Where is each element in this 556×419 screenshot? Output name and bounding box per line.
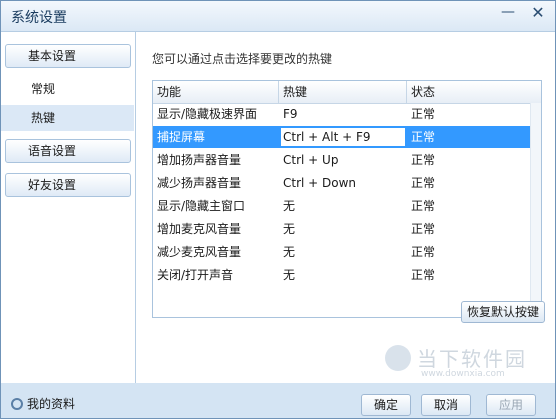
ok-button[interactable]: 确定 bbox=[361, 394, 411, 416]
function-cell: 关闭/打开声音 bbox=[157, 268, 234, 282]
column-header-hotkey[interactable]: 热键 bbox=[279, 81, 407, 103]
hint-text: 您可以通过点击选择要更改的热键 bbox=[152, 52, 333, 66]
table-row[interactable]: 显示/隐藏极速界面 F9 正常 bbox=[153, 103, 541, 125]
hotkey-cell: Ctrl + Up bbox=[283, 153, 339, 167]
sidebar-group-voice[interactable]: 语音设置 bbox=[5, 139, 131, 163]
settings-window: 系统设置 — ✕ 基本设置 常规 热键 语音设置 好友设置 您可以通过点击选择要… bbox=[0, 0, 556, 419]
sidebar-item-hotkeys[interactable]: 热键 bbox=[1, 105, 134, 131]
hotkey-cell: 无 bbox=[283, 268, 296, 282]
hotkey-cell: 无 bbox=[283, 199, 296, 213]
function-cell: 增加扬声器音量 bbox=[157, 153, 242, 167]
table-row[interactable]: 显示/隐藏主窗口 无 正常 bbox=[153, 195, 541, 217]
function-cell: 捕捉屏幕 bbox=[157, 130, 206, 144]
hotkey-cell: F9 bbox=[283, 107, 298, 121]
table-row-selected[interactable]: 捕捉屏幕 Ctrl + Alt + F9 正常 bbox=[153, 126, 541, 148]
apply-button[interactable]: 应用 bbox=[486, 394, 536, 416]
status-cell: 正常 bbox=[411, 107, 436, 121]
function-cell: 减少扬声器音量 bbox=[157, 176, 242, 190]
table-row[interactable]: 增加扬声器音量 Ctrl + Up 正常 bbox=[153, 149, 541, 171]
function-cell: 显示/隐藏主窗口 bbox=[157, 199, 246, 213]
hotkey-cell: 无 bbox=[283, 245, 296, 259]
column-header-status[interactable]: 状态 bbox=[407, 81, 541, 103]
title-bar: 系统设置 — ✕ bbox=[1, 1, 555, 32]
close-icon[interactable]: ✕ bbox=[527, 3, 549, 22]
function-cell: 减少麦克风音量 bbox=[157, 245, 242, 259]
my-profile-link[interactable]: 我的资料 bbox=[11, 395, 75, 412]
table-row[interactable]: 增加麦克风音量 无 正常 bbox=[153, 218, 541, 240]
footer: 我的资料 确定 取消 应用 bbox=[1, 383, 555, 418]
window-title: 系统设置 bbox=[11, 10, 67, 26]
status-cell: 正常 bbox=[411, 130, 436, 144]
table-row[interactable]: 减少扬声器音量 Ctrl + Down 正常 bbox=[153, 172, 541, 194]
column-header-function[interactable]: 功能 bbox=[153, 81, 279, 103]
status-cell: 正常 bbox=[411, 199, 436, 213]
table-scrollbar[interactable] bbox=[530, 103, 541, 317]
sidebar: 基本设置 常规 热键 语音设置 好友设置 bbox=[1, 32, 136, 383]
status-cell: 正常 bbox=[411, 153, 436, 167]
main-panel: 您可以通过点击选择要更改的热键 功能 热键 状态 显示/隐藏极速界面 F9 正常… bbox=[136, 32, 555, 383]
status-cell: 正常 bbox=[411, 176, 436, 190]
table-row[interactable]: 减少麦克风音量 无 正常 bbox=[153, 241, 541, 263]
minimize-icon[interactable]: — bbox=[497, 3, 519, 21]
sidebar-item-general[interactable]: 常规 bbox=[1, 76, 134, 102]
function-cell: 显示/隐藏极速界面 bbox=[157, 107, 258, 121]
status-cell: 正常 bbox=[411, 245, 436, 259]
restore-defaults-button[interactable]: 恢复默认按键 bbox=[461, 301, 545, 323]
status-cell: 正常 bbox=[411, 222, 436, 236]
hotkey-cell: Ctrl + Down bbox=[283, 176, 357, 190]
function-cell: 增加麦克风音量 bbox=[157, 222, 242, 236]
hotkey-edit-field[interactable]: Ctrl + Alt + F9 bbox=[281, 128, 405, 146]
hotkey-table: 功能 热键 状态 显示/隐藏极速界面 F9 正常 捕捉屏幕 Ctrl + Alt… bbox=[152, 80, 542, 318]
table-header: 功能 热键 状态 bbox=[153, 81, 541, 104]
cancel-button[interactable]: 取消 bbox=[421, 394, 471, 416]
hotkey-cell: 无 bbox=[283, 222, 296, 236]
gear-icon bbox=[11, 397, 23, 410]
sidebar-group-basic[interactable]: 基本设置 bbox=[5, 44, 131, 68]
table-row[interactable]: 关闭/打开声音 无 正常 bbox=[153, 264, 541, 286]
profile-label: 我的资料 bbox=[27, 397, 76, 411]
sidebar-group-friends[interactable]: 好友设置 bbox=[5, 173, 131, 197]
status-cell: 正常 bbox=[411, 268, 436, 282]
